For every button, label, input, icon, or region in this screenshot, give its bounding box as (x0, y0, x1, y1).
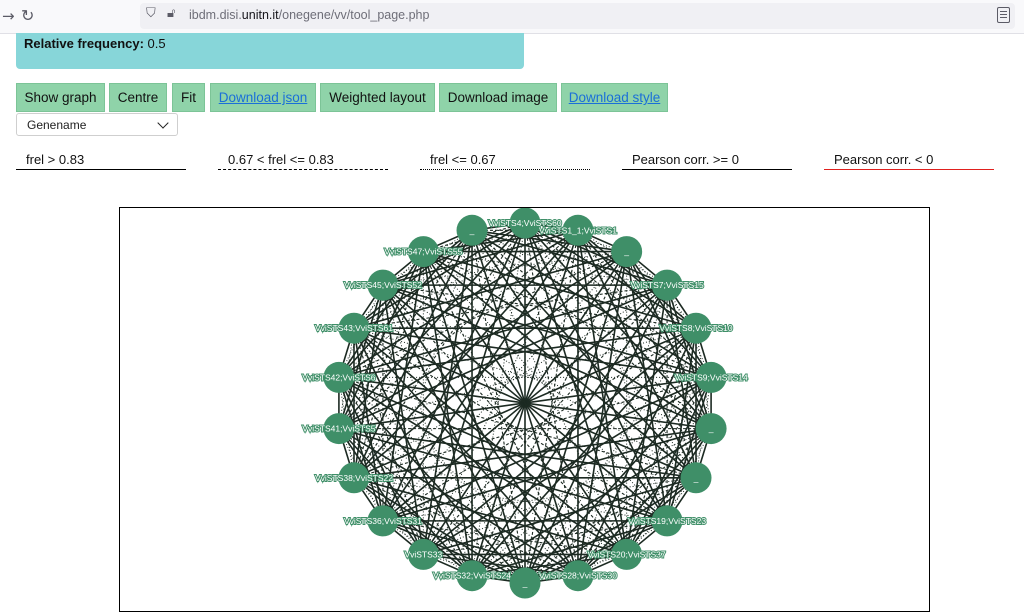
graph-node-label: VviSTS32;VviSTS24 (433, 571, 511, 581)
insecure-lock-icon[interactable]: 🔓︎ (167, 7, 175, 21)
shield-icon[interactable]: ⛉ (146, 7, 156, 21)
weighted-layout-button[interactable]: Weighted layout (320, 83, 435, 112)
positive-line-swatch (622, 169, 792, 170)
reader-view-icon[interactable] (997, 7, 1010, 23)
legend-negative-corr: Pearson corr. < 0 (824, 150, 994, 170)
graph-node-label: VviSTS33 (404, 549, 442, 559)
browser-toolbar: → ↻ ⛉ 🔓︎ ibdm.disi.unitn.it/onegene/vv/t… (0, 0, 1024, 34)
graph-node-label: VviSTS1_1;VviSTS1 (539, 225, 617, 235)
legend-strong-edge: frel > 0.83 (16, 150, 186, 170)
legend-weak-edge: frel <= 0.67 (420, 150, 590, 170)
reload-icon[interactable]: ↻ (21, 7, 34, 25)
legend-medium-edge: 0.67 < frel <= 0.83 (218, 150, 388, 170)
graph-node-label: VviSTS47;VviSTS55 (384, 247, 462, 257)
back-arrow-icon[interactable]: → (2, 7, 15, 25)
relative-frequency-panel: Relative frequency: 0.5 (16, 33, 524, 69)
fit-button[interactable]: Fit (172, 83, 205, 112)
legend-negative-label: Pearson corr. < 0 (834, 152, 934, 167)
graph-node-label: VviSTS38;VviSTS22 (315, 473, 393, 483)
graph-node-label: _ (693, 473, 699, 483)
graph-node-label: _ (708, 424, 714, 434)
dashed-line-swatch (218, 169, 388, 170)
graph-node-label: VviSTS45;VviSTS52 (344, 280, 422, 290)
graph-node-label: _ (469, 225, 475, 235)
show-graph-button[interactable]: Show graph (16, 83, 105, 112)
chevron-down-icon (157, 117, 169, 129)
legend-positive-corr: Pearson corr. >= 0 (622, 150, 792, 170)
graph-node-label: _ (522, 578, 528, 588)
node-label-select-value: Genename (27, 118, 87, 132)
legend-medium-label: 0.67 < frel <= 0.83 (228, 152, 334, 167)
download-json-button[interactable]: Download json (210, 83, 316, 112)
graph-edge[interactable] (382, 284, 628, 555)
legend-weak-label: frel <= 0.67 (430, 152, 496, 167)
graph-node-label: VviSTS19;VviSTS23 (628, 516, 706, 526)
legend-strong-label: frel > 0.83 (26, 152, 85, 167)
relative-frequency-text: Relative frequency: 0.5 (24, 36, 166, 51)
graph-node-label: VviSTS42;VviSTS6 (302, 372, 375, 382)
graph-node-label: VviSTS41;VviSTS5 (302, 424, 375, 434)
relative-frequency-label: Relative frequency: (24, 36, 144, 51)
graph-node-label: _ (623, 247, 629, 257)
url-prefix: ibdm.disi. (189, 8, 242, 22)
download-style-button[interactable]: Download style (561, 83, 668, 112)
node-label-select[interactable]: Genename (16, 113, 178, 136)
graph-node-label: VviSTS43;VviSTS61 (315, 323, 393, 333)
legend-positive-label: Pearson corr. >= 0 (632, 152, 739, 167)
network-graph-canvas[interactable]: VviSTS4;VviSTS60 VviSTS1_1;VviSTS1 _ VviSTS… (119, 207, 930, 612)
url-path: /onegene/vv/tool_page.php (278, 8, 430, 22)
centre-button[interactable]: Centre (109, 83, 167, 112)
graph-node-label: VviSTS9;VviSTS14 (674, 372, 747, 382)
graph-node-label: VviSTS36;VviSTS31 (344, 516, 422, 526)
graph-node-label: VviSTS7;VviSTS15 (630, 280, 703, 290)
negative-line-swatch (824, 169, 994, 170)
network-graph[interactable]: VviSTS4;VviSTS60VviSTS1_1;VviSTS1_VviSTS… (120, 208, 930, 612)
graph-node-label: VviSTS8;VviSTS10 (659, 323, 732, 333)
graph-node-label: VviSTS28;VviSTS30 (539, 571, 617, 581)
url-text[interactable]: ibdm.disi.unitn.it/onegene/vv/tool_page.… (189, 8, 429, 22)
dotted-line-swatch (420, 169, 590, 170)
graph-node-label: VviSTS20;VviSTS37 (588, 549, 666, 559)
download-image-button[interactable]: Download image (439, 83, 557, 112)
relative-frequency-value: 0.5 (143, 36, 166, 51)
solid-line-swatch (16, 169, 186, 170)
url-host: unitn.it (241, 8, 279, 22)
